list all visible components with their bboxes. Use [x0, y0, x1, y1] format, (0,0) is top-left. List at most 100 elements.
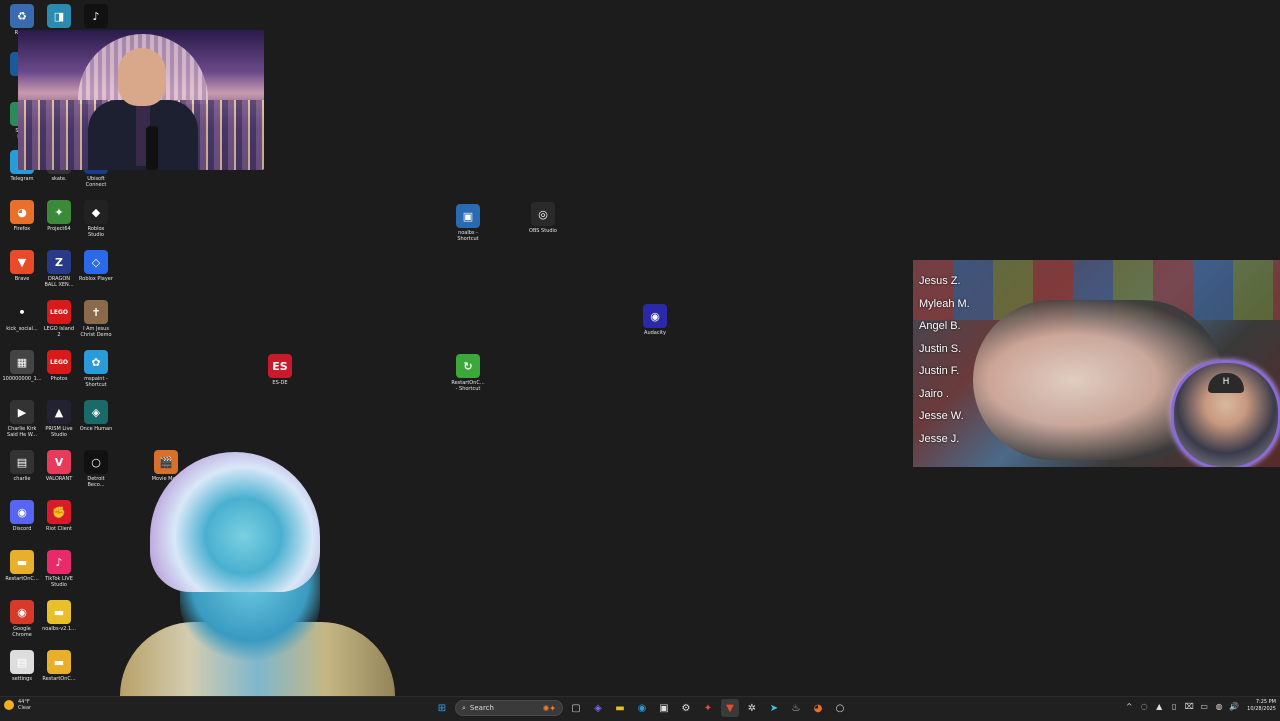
desktop-icon-label: ES-DE: [272, 380, 288, 386]
app-icon: ES: [268, 354, 292, 378]
taskbar-app-steam[interactable]: ♨: [787, 699, 805, 717]
desktop-icon[interactable]: ♪ TikTok LIVE Studio: [37, 550, 81, 588]
app-icon: ▼: [10, 250, 34, 274]
desktop-icon-label: skate.: [51, 176, 67, 182]
tray-icon[interactable]: ▲: [1153, 699, 1165, 713]
app-icon: ▤: [10, 450, 34, 474]
desktop-icon[interactable]: ✝ I Am Jesus Christ Demo: [74, 300, 118, 338]
app-icon: ✦: [47, 200, 71, 224]
desktop-icon[interactable]: ↻ RestartOnC... - Shortcut: [446, 354, 490, 392]
desktop-icon-label: Ubisoft Connect: [85, 176, 107, 188]
taskbar-app-brave[interactable]: ▼: [721, 699, 739, 717]
desktop-icon-label: Brave: [14, 276, 30, 282]
sun-icon: [4, 700, 14, 710]
start-button[interactable]: ⊞: [433, 699, 451, 717]
supporter-name: Myleah M.: [919, 297, 970, 310]
tray-icon[interactable]: ◌: [1138, 699, 1150, 713]
desktop-icon-label: settings: [12, 676, 32, 682]
system-tray: ^ ◌ ▲ ▯ ⌧ ▭ ◍ 🔊 7:25 PM 10/28/2025: [1123, 699, 1276, 713]
app-icon: ◉: [10, 600, 34, 624]
circle-webcam: H: [1171, 360, 1280, 467]
taskbar-app-task-view[interactable]: ▢: [567, 699, 585, 717]
supporter-names: Jesus Z. Myleah M. Angel B. Justin S. Ju…: [919, 270, 970, 450]
app-icon: ◉: [10, 500, 34, 524]
taskbar-app-copilot[interactable]: ◈: [589, 699, 607, 717]
taskbar-app-riot[interactable]: ✦: [699, 699, 717, 717]
desktop-icon[interactable]: ✿ mspaint - Shortcut: [74, 350, 118, 388]
app-icon: ◇: [84, 250, 108, 274]
tray-icon[interactable]: ◍: [1213, 699, 1225, 713]
app-icon: ♪: [84, 4, 108, 28]
desktop-icon[interactable]: ○ Detroit Beco...: [74, 450, 118, 488]
app-icon: ▤: [10, 650, 34, 674]
desktop-icon-label: Discord: [12, 526, 32, 532]
tray-icon[interactable]: ▭: [1198, 699, 1210, 713]
app-icon: ▦: [10, 350, 34, 374]
tray-icon[interactable]: ^: [1123, 699, 1135, 713]
desktop-icon[interactable]: ♪: [74, 4, 118, 30]
desktop-icon[interactable]: ◇ Roblox Player: [74, 250, 118, 282]
app-icon: ♪: [47, 550, 71, 574]
app-icon: ○: [84, 450, 108, 474]
desktop-icon-label: LEGO Island 2: [43, 326, 75, 338]
search-icon: ⌕: [462, 703, 466, 712]
desktop-icon-label: charlie: [13, 476, 31, 482]
taskbar-app-file-explorer[interactable]: ▬: [611, 699, 629, 717]
desktop-icon[interactable]: ▣ noalbs - Shortcut: [446, 204, 490, 242]
tray-icon[interactable]: 🔊: [1228, 699, 1240, 713]
desktop-icon-label: VALORANT: [45, 476, 73, 482]
desktop-icon-label: kick_social...: [6, 326, 38, 332]
desktop-icon[interactable]: ◎ OBS Studio: [521, 202, 565, 234]
desktop-icon[interactable]: ▬ RestartOnC...: [37, 650, 81, 682]
taskbar-app-firefox[interactable]: ◕: [809, 699, 827, 717]
desktop-icon-label: Project64: [47, 226, 71, 232]
streamer-webcam-overlay: [120, 452, 395, 696]
desktop-icon-label: RestartOnC... - Shortcut: [451, 380, 485, 392]
taskbar-app-obs[interactable]: ○: [831, 699, 849, 717]
search-placeholder: Search: [469, 704, 494, 712]
app-icon: ◨: [47, 4, 71, 28]
desktop-icon[interactable]: ✊ Riot Client: [37, 500, 81, 532]
search-box[interactable]: ⌕ Search ✺✦: [455, 700, 563, 716]
supporter-name: Jesse J.: [919, 432, 960, 445]
desktop-icon[interactable]: ◈ Once Human: [74, 400, 118, 432]
supporter-name: Angel B.: [919, 320, 961, 332]
taskbar-app-edge[interactable]: ◉: [633, 699, 651, 717]
desktop-icon-label: Audacity: [644, 330, 666, 336]
desktop-icon[interactable]: ◆ Roblox Studio: [74, 200, 118, 238]
app-icon: ♻: [10, 4, 34, 28]
app-icon: ✿: [84, 350, 108, 374]
desktop-icon-label: 100000000_1...: [2, 376, 42, 382]
desktop-icon-label: Telegram: [10, 176, 34, 182]
desktop-icon[interactable]: ◉ Audacity: [633, 304, 677, 336]
desktop-icon[interactable]: ▬ noalbs-v2.1...: [37, 600, 81, 632]
app-icon: ▬: [47, 600, 71, 624]
app-icon: ✝: [84, 300, 108, 324]
app-icon: LEGO: [47, 350, 71, 374]
app-icon: ▬: [10, 550, 34, 574]
tray-icon[interactable]: ▯: [1168, 699, 1180, 713]
tray-icon[interactable]: ⌧: [1183, 699, 1195, 713]
taskbar-app-vpn[interactable]: ➤: [765, 699, 783, 717]
desktop-icon[interactable]: ES ES-DE: [258, 354, 302, 386]
taskbar-app-store[interactable]: ▣: [655, 699, 673, 717]
desktop-icon-label: Charlie Kirk Said He W...: [7, 426, 37, 438]
weather-widget[interactable]: 44°F Clear: [4, 699, 31, 711]
clock[interactable]: 7:25 PM 10/28/2025: [1247, 699, 1276, 713]
taskbar: 44°F Clear ⊞ ⌕ Search ✺✦ ▢ ◈ ▬ ◉ ▣ ⚙ ✦ ▼ ✲ ➤ ♨ ◕ ○ ^…: [0, 696, 1280, 721]
app-icon: ▲: [47, 400, 71, 424]
taskbar-app-settings[interactable]: ⚙: [677, 699, 695, 717]
desktop-icon-label: RestartOnC...: [42, 676, 76, 682]
desktop-icon-label: PRISM Live Studio: [45, 426, 73, 438]
supporter-name: Jesse W.: [919, 410, 964, 422]
desktop-icon-label: Detroit Beco...: [87, 476, 105, 488]
search-highlight-icon: ✺✦: [542, 703, 556, 713]
app-icon: ▶: [10, 400, 34, 424]
app-icon: ↻: [456, 354, 480, 378]
desktop-icon-label: noalbs-v2.1...: [42, 626, 76, 632]
app-icon: ▣: [456, 204, 480, 228]
news-anchor: [88, 48, 198, 170]
app-icon: ▬: [47, 650, 71, 674]
taskbar-app-fan[interactable]: ✲: [743, 699, 761, 717]
desktop-icon-label: Firefox: [13, 226, 31, 232]
